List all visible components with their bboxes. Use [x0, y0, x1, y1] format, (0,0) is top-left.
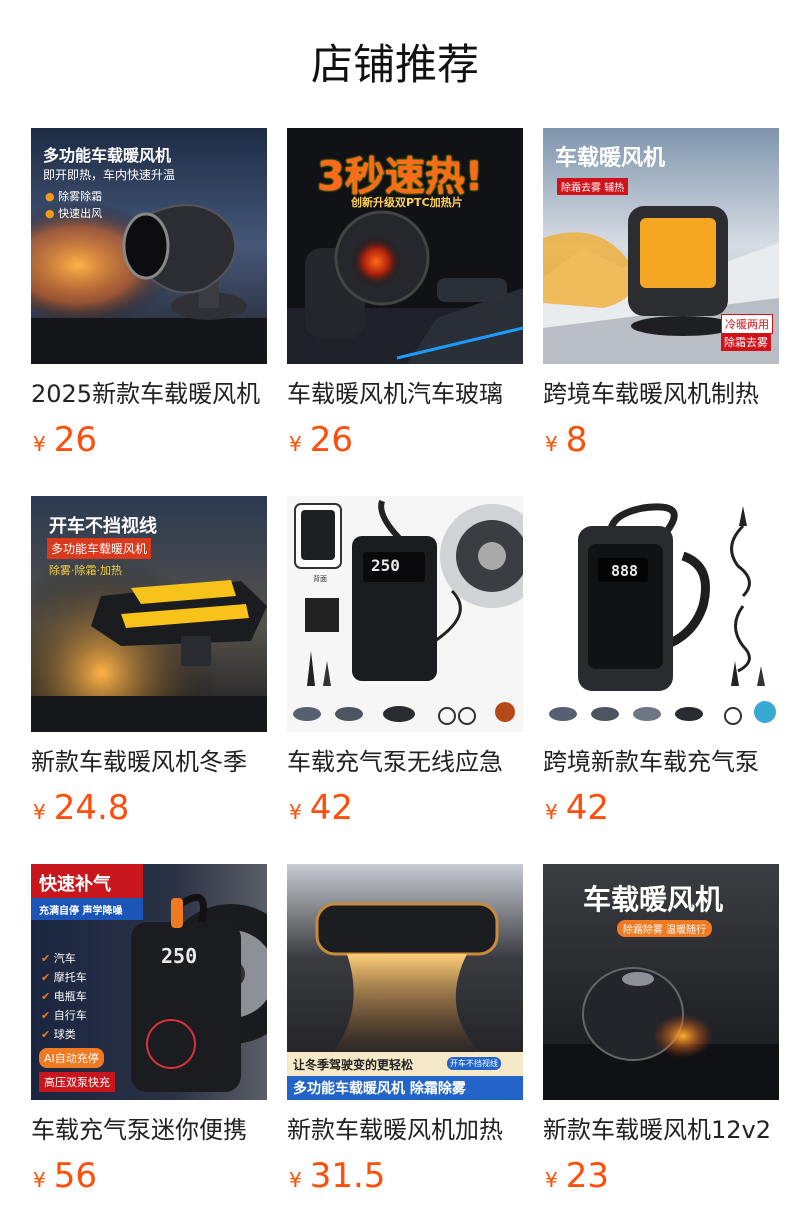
product-title[interactable]: 新款车载暖风机12v2 — [543, 1114, 779, 1146]
image-caption: 多功能车载暖风机 — [47, 538, 152, 559]
image-caption: 充满自停 声学降噪 — [39, 906, 123, 917]
product-title[interactable]: 车载暖风机汽车玻璃 — [287, 378, 523, 410]
image-headline: 开车不挡视线 — [49, 516, 157, 537]
image-tag: 开车不挡视线 — [447, 1057, 501, 1070]
product-image[interactable]: 开车不挡视线 多功能车载暖风机 除雾·除霜·加热 — [31, 496, 267, 732]
currency-symbol: ¥ — [33, 432, 46, 456]
list-item: ✔ 电瓶车 — [41, 990, 87, 1003]
image-caption: 背面 — [313, 575, 327, 583]
price: ¥ 23 — [543, 1156, 779, 1196]
product-card[interactable]: 车载暖风机 除霜去雾 辅热 冷暖两用 除霜去雾 跨境车载暖风机制热 ¥ 8 — [543, 128, 779, 496]
image-caption: 让冬季驾驶变的更轻松 — [293, 1058, 414, 1072]
currency-symbol: ¥ — [545, 800, 558, 824]
product-title[interactable]: 新款车载暖风机加热 — [287, 1114, 523, 1146]
product-title[interactable]: 车载充气泵无线应急 — [287, 746, 523, 778]
price: ¥ 8 — [543, 420, 779, 460]
image-tag: 除霜去雾 辅热 — [557, 178, 629, 195]
price-value: 56 — [53, 1156, 97, 1196]
product-card[interactable]: 250 背面 车载充气泵无线应急 ¥ 42 — [287, 496, 523, 864]
image-badge: 高压双泵快充 — [39, 1072, 115, 1092]
list-item: ✔ 摩托车 — [41, 971, 87, 984]
price-value: 8 — [565, 420, 588, 460]
product-title[interactable]: 新款车载暖风机冬季 — [31, 746, 267, 778]
product-grid: 多功能车载暖风机 即开即热，车内快速升温 ● 除雾除霜 ● 快速出风 2025新… — [31, 128, 790, 1232]
image-caption: 除雾·除霜·加热 — [49, 564, 122, 577]
image-tag: 冷暖两用 — [721, 314, 773, 334]
currency-symbol: ¥ — [545, 432, 558, 456]
product-card[interactable]: 快速补气 充满自停 声学降噪 250 ✔ 汽车 ✔ 摩托车 ✔ 电瓶车 ✔ 自行… — [31, 864, 267, 1232]
image-bullet: ● 快速出风 — [45, 207, 103, 220]
product-image[interactable]: 让冬季驾驶变的更轻松 开车不挡视线 多功能车载暖风机 除霜除雾 — [287, 864, 523, 1100]
section-title: 店铺推荐 — [310, 40, 479, 89]
price-value: 42 — [309, 788, 353, 828]
price: ¥ 26 — [287, 420, 523, 460]
pump-display: 250 — [161, 944, 198, 968]
price-value: 31.5 — [309, 1156, 386, 1196]
price: ¥ 56 — [31, 1156, 267, 1196]
product-title[interactable]: 车载充气泵迷你便携 — [31, 1114, 267, 1146]
product-card[interactable]: 多功能车载暖风机 即开即热，车内快速升温 ● 除雾除霜 ● 快速出风 2025新… — [31, 128, 267, 496]
product-title[interactable]: 2025新款车载暖风机 — [31, 378, 267, 410]
image-badge: AI自动充停 — [39, 1048, 104, 1068]
currency-symbol: ¥ — [289, 432, 302, 456]
image-tag: 除霜去雾 — [721, 333, 771, 351]
product-image[interactable]: 车载暖风机 除霜除雾 温暖随行 — [543, 864, 779, 1100]
image-caption: 即开即热，车内快速升温 — [43, 168, 176, 182]
image-headline: 多功能车载暖风机 — [43, 146, 172, 165]
price-value: 26 — [309, 420, 353, 460]
price-value: 26 — [53, 420, 97, 460]
product-card[interactable]: 3秒速热! 创新升级双PTC加热片 车载暖风机汽车玻璃 ¥ 26 — [287, 128, 523, 496]
product-card[interactable]: 888 跨境新款车载充气泵 ¥ 42 — [543, 496, 779, 864]
air-pump-icon — [287, 496, 523, 732]
product-title[interactable]: 跨境车载暖风机制热 — [543, 378, 779, 410]
image-bullet: ● 除雾除霜 — [45, 190, 103, 203]
product-image[interactable]: 车载暖风机 除霜去雾 辅热 冷暖两用 除霜去雾 — [543, 128, 779, 364]
price: ¥ 26 — [31, 420, 267, 460]
product-image[interactable]: 250 背面 — [287, 496, 523, 732]
product-card[interactable]: 开车不挡视线 多功能车载暖风机 除雾·除霜·加热 新款车载暖风机冬季 ¥ 24.… — [31, 496, 267, 864]
list-item: ✔ 自行车 — [41, 1009, 87, 1022]
list-item: ✔ 汽车 — [41, 952, 76, 965]
pump-display: 250 — [371, 556, 400, 575]
price-value: 23 — [565, 1156, 609, 1196]
image-headline: 快速补气 — [39, 874, 111, 895]
price-value: 42 — [565, 788, 609, 828]
price: ¥ 42 — [543, 788, 779, 828]
air-pump-icon — [543, 496, 779, 732]
product-image[interactable]: 3秒速热! 创新升级双PTC加热片 — [287, 128, 523, 364]
currency-symbol: ¥ — [289, 1168, 302, 1192]
price: ¥ 42 — [287, 788, 523, 828]
image-headline: 车载暖风机 — [583, 883, 724, 916]
product-card[interactable]: 让冬季驾驶变的更轻松 开车不挡视线 多功能车载暖风机 除霜除雾 新款车载暖风机加… — [287, 864, 523, 1232]
product-title[interactable]: 跨境新款车载充气泵 — [543, 746, 779, 778]
image-tag: 除霜除雾 温暖随行 — [617, 920, 713, 937]
product-card[interactable]: 车载暖风机 除霜除雾 温暖随行 新款车载暖风机12v2 ¥ 23 — [543, 864, 779, 1232]
product-image[interactable]: 多功能车载暖风机 即开即热，车内快速升温 ● 除雾除霜 ● 快速出风 — [31, 128, 267, 364]
currency-symbol: ¥ — [545, 1168, 558, 1192]
image-caption: 创新升级双PTC加热片 — [351, 196, 463, 209]
list-item: ✔ 球类 — [41, 1028, 76, 1041]
currency-symbol: ¥ — [289, 800, 302, 824]
price: ¥ 24.8 — [31, 788, 267, 828]
product-image[interactable]: 888 — [543, 496, 779, 732]
pump-display: 888 — [611, 562, 639, 580]
currency-symbol: ¥ — [33, 800, 46, 824]
price-value: 24.8 — [53, 788, 130, 828]
price: ¥ 31.5 — [287, 1156, 523, 1196]
image-headline: 多功能车载暖风机 除霜除雾 — [293, 1081, 466, 1097]
image-headline: 车载暖风机 — [555, 146, 666, 171]
product-image[interactable]: 快速补气 充满自停 声学降噪 250 ✔ 汽车 ✔ 摩托车 ✔ 电瓶车 ✔ 自行… — [31, 864, 267, 1100]
currency-symbol: ¥ — [33, 1168, 46, 1192]
